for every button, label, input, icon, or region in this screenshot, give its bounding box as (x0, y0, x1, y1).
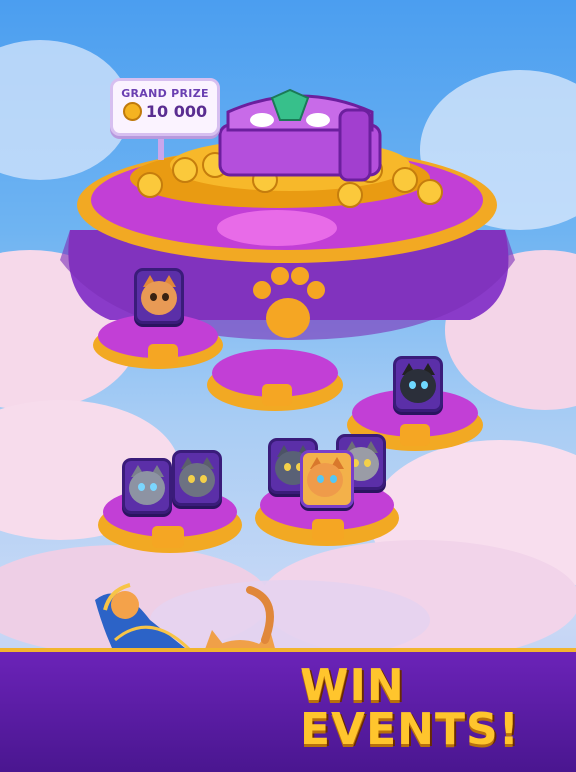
cat-portrait-icon[interactable] (393, 356, 443, 412)
treasure-chest-icon (218, 88, 382, 182)
cat-eye (284, 463, 291, 471)
banner-line-1: WIN (300, 660, 405, 711)
platform-center[interactable] (207, 349, 343, 411)
cat-portrait-icon[interactable] (122, 458, 172, 514)
banner-line-2: EVENTS! (300, 704, 520, 755)
cat-portrait-icon[interactable] (300, 450, 354, 508)
cat-eye (150, 293, 157, 301)
cat-eye (330, 475, 337, 483)
grand-prize-row: 10 000 (113, 102, 217, 121)
grand-prize-sign: GRAND PRIZE 10 000 (110, 78, 220, 136)
grand-prize-label: GRAND PRIZE (121, 87, 209, 100)
cat-eye (364, 459, 371, 467)
cat-face (307, 463, 343, 497)
cat-eye (138, 483, 145, 491)
grand-prize-value: 10 000 (145, 102, 208, 121)
cat-face (179, 463, 215, 497)
cat-eye (421, 381, 428, 389)
cat-portrait-icon[interactable] (172, 450, 222, 506)
cat-eye (317, 475, 324, 483)
cat-face (141, 281, 177, 315)
cat-portrait-icon[interactable] (134, 268, 184, 324)
cat-eye (162, 293, 169, 301)
coin-icon (122, 102, 142, 121)
cat-face (400, 369, 436, 403)
cat-eye (150, 483, 157, 491)
cat-eye (200, 475, 207, 483)
cat-eye (409, 381, 416, 389)
cat-face (129, 471, 165, 505)
cat-eye (188, 475, 195, 483)
